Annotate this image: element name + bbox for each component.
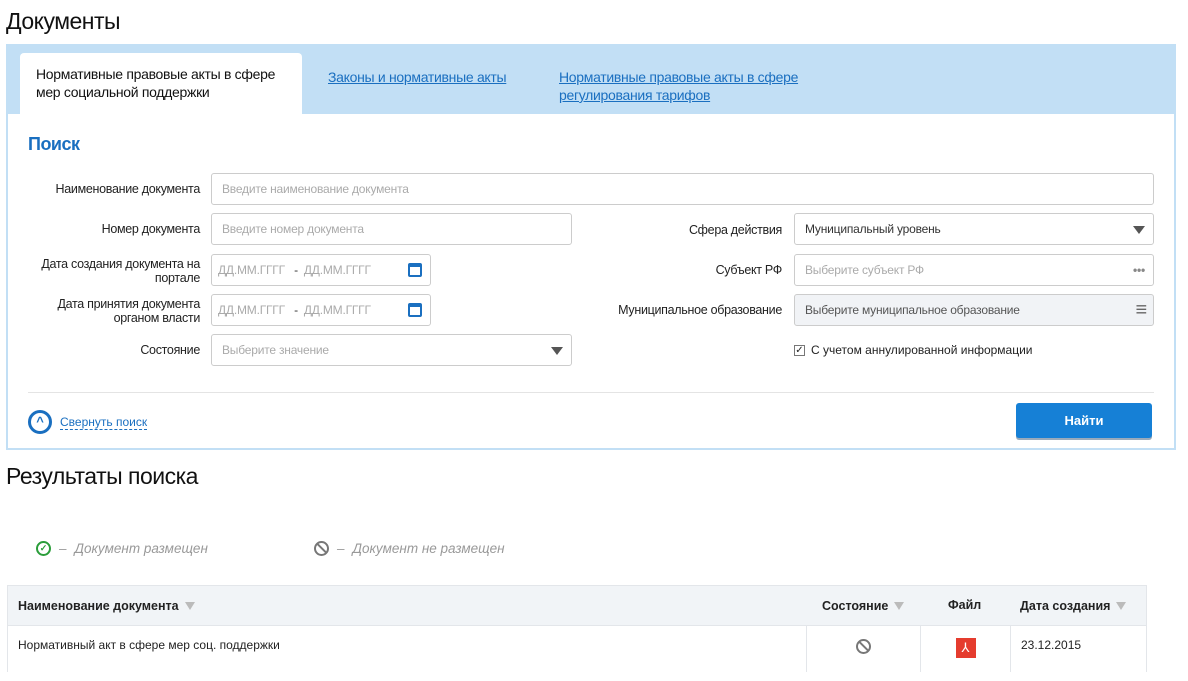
col-label: Состояние xyxy=(822,598,889,613)
date-to[interactable]: ДД.ММ.ГГГГ xyxy=(304,263,371,277)
sort-icon[interactable] xyxy=(1116,601,1127,610)
legend-sep: – xyxy=(337,541,345,556)
pdf-icon[interactable]: ⅄ xyxy=(955,638,976,658)
checkbox[interactable]: ✓ xyxy=(794,344,805,356)
subject-select[interactable]: Выберите субъект РФ ••• xyxy=(794,254,1154,286)
col-file: Файл xyxy=(938,586,1018,625)
date-from[interactable]: ДД.ММ.ГГГГ xyxy=(218,303,285,317)
adopted-date-label: Дата принятия документа органом власти xyxy=(57,297,200,325)
cell-file: ⅄ xyxy=(920,626,1010,672)
doc-name-label: Наименование документа xyxy=(55,182,201,196)
dash: - xyxy=(294,303,298,317)
search-title: Поиск xyxy=(28,134,80,154)
dash: - xyxy=(294,263,298,277)
cell-name[interactable]: Нормативный акт в сфере мер соц. поддерж… xyxy=(8,626,806,672)
subject-label: Субъект РФ xyxy=(715,263,783,277)
tab-bar: Нормативные правовые акты в сфере мер со… xyxy=(8,46,1174,114)
results-table: Наименование документа Состояние Файл Да… xyxy=(7,585,1147,672)
find-button[interactable]: Найти xyxy=(1016,403,1152,438)
col-label: Дата создания xyxy=(1020,598,1111,613)
search-panel: Нормативные правовые акты в сфере мер со… xyxy=(6,44,1176,450)
scope-select[interactable]: Муниципальный уровень xyxy=(794,213,1154,245)
page-title: Документы xyxy=(6,8,121,34)
col-name[interactable]: Наименование документа xyxy=(8,586,806,625)
tab-laws[interactable]: Законы и нормативные акты xyxy=(328,68,507,86)
chevron-down-icon xyxy=(551,347,563,355)
scope-label: Сфера действия xyxy=(688,223,782,237)
doc-name-input[interactable]: Введите наименование документа xyxy=(211,173,1154,205)
sort-icon[interactable] xyxy=(184,601,195,610)
annulled-checkbox-row[interactable]: ✓ С учетом аннулированной информации xyxy=(794,343,1033,357)
calendar-icon[interactable] xyxy=(408,263,422,277)
more-icon[interactable]: ••• xyxy=(1133,255,1145,285)
doc-number-label: Номер документа xyxy=(101,222,201,236)
table-row[interactable]: Нормативный акт в сфере мер соц. поддерж… xyxy=(8,626,1146,672)
col-date[interactable]: Дата создания xyxy=(1010,586,1148,625)
state-select[interactable]: Выберите значение xyxy=(211,334,572,366)
legend-text: Документ размещен xyxy=(74,541,208,556)
divider xyxy=(28,392,1154,393)
adopted-date-range[interactable]: ДД.ММ.ГГГГ - ДД.ММ.ГГГГ xyxy=(211,294,431,326)
doc-number-input[interactable]: Введите номер документа xyxy=(211,213,572,245)
date-from[interactable]: ДД.ММ.ГГГГ xyxy=(218,263,285,277)
collapse-search-link[interactable]: ^ Свернуть поиск xyxy=(28,410,148,434)
chevron-down-icon xyxy=(1133,226,1145,234)
col-state[interactable]: Состояние xyxy=(812,586,920,625)
legend-sep: – xyxy=(59,541,67,556)
cell-date: 23.12.2015 xyxy=(1010,626,1148,672)
chevron-up-icon[interactable]: ^ xyxy=(28,410,52,434)
cell-state xyxy=(806,626,920,672)
col-label: Наименование документа xyxy=(18,598,179,613)
tab-social-support[interactable]: Нормативные правовые акты в сфере мер со… xyxy=(20,53,302,114)
tab-tariffs[interactable]: Нормативные правовые акты в сфере регули… xyxy=(559,68,829,104)
menu-icon[interactable]: ≡ xyxy=(1136,295,1148,325)
annulled-label: С учетом аннулированной информации xyxy=(811,343,1033,357)
state-label: Состояние xyxy=(140,343,200,357)
collapse-label[interactable]: Свернуть поиск xyxy=(60,415,148,430)
calendar-icon[interactable] xyxy=(408,303,422,317)
legend-not-posted: – Документ не размещен xyxy=(314,541,505,556)
municipality-placeholder: Выберите муниципальное образование xyxy=(805,303,1020,317)
state-placeholder: Выберите значение xyxy=(222,343,329,357)
municipality-label: Муниципальное образование xyxy=(618,303,782,317)
municipality-select[interactable]: Выберите муниципальное образование ≡ xyxy=(794,294,1154,326)
date-to[interactable]: ДД.ММ.ГГГГ xyxy=(304,303,371,317)
ban-icon xyxy=(314,541,329,556)
created-date-label: Дата создания документа на портале xyxy=(41,257,200,285)
legend-posted: ✓ – Документ размещен xyxy=(36,541,208,556)
results-title: Результаты поиска xyxy=(6,463,198,489)
check-circle-icon: ✓ xyxy=(36,541,51,556)
table-header: Наименование документа Состояние Файл Да… xyxy=(8,586,1146,626)
col-label: Файл xyxy=(948,598,982,612)
subject-placeholder: Выберите субъект РФ xyxy=(805,263,924,277)
scope-value: Муниципальный уровень xyxy=(805,222,941,236)
sort-icon[interactable] xyxy=(894,601,905,610)
legend-text: Документ не размещен xyxy=(352,541,505,556)
created-date-range[interactable]: ДД.ММ.ГГГГ - ДД.ММ.ГГГГ xyxy=(211,254,431,286)
ban-icon xyxy=(856,639,871,654)
